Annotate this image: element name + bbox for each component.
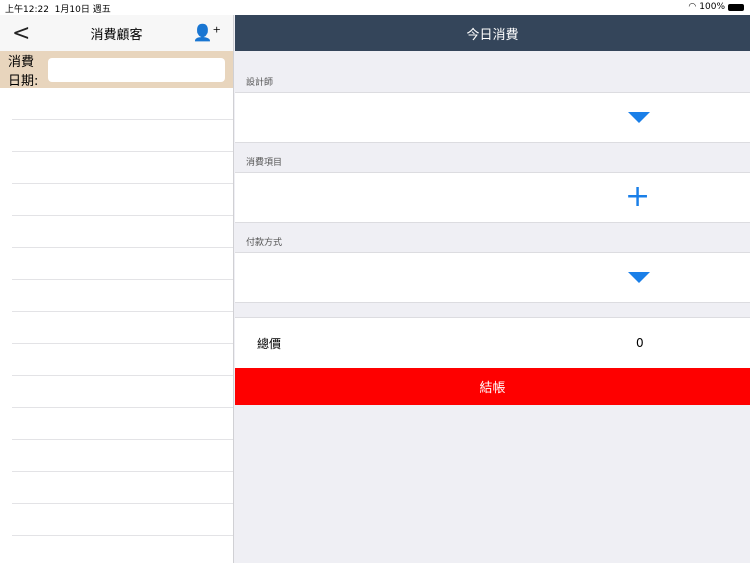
payment-label: 付款方式 xyxy=(246,238,283,248)
list-item[interactable] xyxy=(12,312,233,344)
status-bar: 上午12:22 1月10日 週五 ◠ 100% xyxy=(0,0,750,15)
customer-panel: < 消費顧客 👤⁺ 消費日期: xyxy=(0,15,234,563)
dropdown-arrow-icon[interactable] xyxy=(628,112,650,123)
list-item[interactable] xyxy=(12,88,233,120)
date-label: 消費日期: xyxy=(8,54,39,89)
status-right: ◠ 100% xyxy=(688,2,744,12)
payment-select[interactable] xyxy=(235,252,750,303)
list-item[interactable] xyxy=(12,472,233,504)
list-item[interactable] xyxy=(12,408,233,440)
items-label: 消費項目 xyxy=(246,158,283,168)
plus-icon[interactable]: + xyxy=(625,179,650,215)
date-bar: 消費日期: xyxy=(0,51,233,89)
left-nav-bar: < 消費顧客 👤⁺ xyxy=(0,15,233,51)
date-input[interactable] xyxy=(48,57,225,82)
date: 1月10日 週五 xyxy=(54,5,111,15)
total-value: 0 xyxy=(636,336,644,350)
right-nav-bar: 今日消費 xyxy=(235,15,750,51)
items-row: + xyxy=(235,172,750,223)
total-row: 總價 0 xyxy=(235,317,750,368)
status-time: 上午12:22 1月10日 週五 xyxy=(5,2,111,15)
wifi-icon: ◠ xyxy=(688,2,697,12)
list-item[interactable] xyxy=(12,344,233,376)
total-label: 總價 xyxy=(257,336,282,351)
list-item[interactable] xyxy=(12,184,233,216)
left-title: 消費顧客 xyxy=(90,27,143,43)
add-user-icon[interactable]: 👤⁺ xyxy=(193,23,221,42)
list-item[interactable] xyxy=(12,120,233,152)
back-icon[interactable]: < xyxy=(12,21,30,46)
designer-select[interactable] xyxy=(235,92,750,143)
list-item[interactable] xyxy=(12,376,233,408)
customer-list xyxy=(0,88,233,536)
list-item[interactable] xyxy=(12,280,233,312)
list-item[interactable] xyxy=(12,216,233,248)
designer-label: 設計師 xyxy=(246,78,274,88)
list-item[interactable] xyxy=(12,152,233,184)
battery-percent: 100% xyxy=(699,2,725,12)
checkout-button[interactable]: 結帳 xyxy=(235,368,750,405)
dropdown-arrow-icon[interactable] xyxy=(628,272,650,283)
list-item[interactable] xyxy=(12,504,233,536)
right-title: 今日消費 xyxy=(466,27,519,43)
list-item[interactable] xyxy=(12,248,233,280)
battery-icon xyxy=(728,3,744,11)
list-item[interactable] xyxy=(12,440,233,472)
consumption-panel: 今日消費 設計師 消費項目 + 付款方式 總價 0 結帳 xyxy=(235,15,750,563)
time: 上午12:22 xyxy=(5,5,49,15)
